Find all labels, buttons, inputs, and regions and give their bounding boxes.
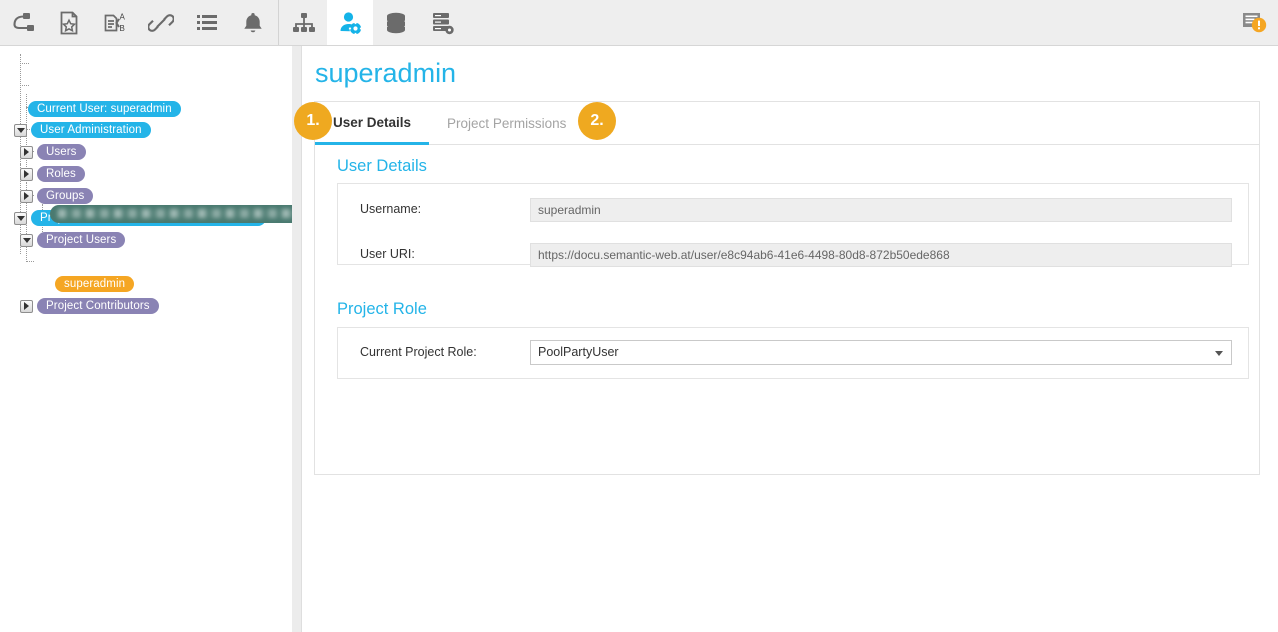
current-project-role-value: PoolPartyUser [538,345,619,359]
expander-closed-icon[interactable] [20,146,33,159]
username-label: Username: [360,202,421,216]
user-settings-icon[interactable] [327,0,373,45]
list-icon[interactable] [184,0,230,45]
tree-node-user-administration[interactable]: User Administration [14,121,151,139]
current-project-role-select[interactable]: PoolPartyUser [530,340,1232,365]
toolbar-left-group: A B [0,0,276,45]
tree-node-superadmin-user[interactable]: superadmin [55,275,134,293]
tab-user-details[interactable]: User Details [315,102,429,145]
tree-panel: Current User: superadmin User Administra… [0,46,292,632]
tree-node-groups[interactable]: Groups [20,187,93,205]
svg-text:B: B [120,24,125,33]
tab-project-permissions[interactable]: Project Permissions [429,102,584,145]
username-field[interactable]: superadmin [530,198,1232,222]
fieldset-user-details: Username: superadmin User URI: https://d… [337,183,1249,265]
main-content: superadmin User Details Project Permissi… [303,46,1278,632]
server-settings-icon[interactable] [419,0,465,45]
redacted-user-label [50,205,292,223]
document-star-icon[interactable] [46,0,92,45]
page-title: superadmin [315,58,456,89]
expander-closed-icon[interactable] [20,300,33,313]
tree-node-project-users[interactable]: Project Users [20,231,125,249]
tree-node-label: Groups [37,188,93,204]
fieldset-project-role: Current Project Role: PoolPartyUser [337,327,1249,379]
tree-node-label: Roles [37,166,85,182]
expander-open-icon[interactable] [14,212,27,225]
tree-node-redacted-user[interactable] [50,205,292,223]
database-icon[interactable] [373,0,419,45]
toolbar-divider [278,0,279,45]
tree-connector [20,85,29,86]
log-alert-icon[interactable] [1232,0,1278,45]
tree-node-label: User Administration [31,122,151,138]
tree-node-roles[interactable]: Roles [20,165,85,183]
user-uri-label: User URI: [360,247,415,261]
tree-node-project-contributors[interactable]: Project Contributors [20,297,159,315]
toolbar-right-group [276,0,465,45]
hierarchy-icon[interactable] [281,0,327,45]
expander-open-icon[interactable] [20,234,33,247]
toolbar-far-right-group [1232,0,1278,45]
callout-badge-1: 1. [294,102,332,140]
svg-text:A: A [120,12,126,21]
callout-badge-2: 2. [578,102,616,140]
tree-node-current-user[interactable]: Current User: superadmin [28,100,181,118]
tree-node-label: superadmin [55,276,134,292]
taxonomy-concept-scheme-icon[interactable] [0,0,46,45]
tree-node-label: Project Contributors [37,298,159,314]
chevron-down-icon[interactable] [1215,351,1223,356]
user-uri-field[interactable]: https://docu.semantic-web.at/user/e8c94a… [530,243,1232,267]
link-icon[interactable] [138,0,184,45]
tab-panel-user-details: User Details Username: superadmin User U… [314,145,1260,475]
expander-open-icon[interactable] [14,124,27,137]
tree-connector [20,63,29,64]
bell-icon[interactable] [230,0,276,45]
tree-node-label: Current User: superadmin [28,101,181,117]
tab-strip: User Details Project Permissions [314,101,1260,145]
tree-node-label: Users [37,144,86,160]
document-extract-icon[interactable]: A B [92,0,138,45]
top-toolbar: A B [0,0,1278,46]
tree-node-users[interactable]: Users [20,143,86,161]
section-title-user-details: User Details [337,157,427,176]
expander-closed-icon[interactable] [20,168,33,181]
tree-node-label: Project Users [37,232,125,248]
section-title-project-role: Project Role [337,300,427,319]
tree-connector [26,261,34,262]
current-project-role-label: Current Project Role: [360,345,477,359]
expander-closed-icon[interactable] [20,190,33,203]
